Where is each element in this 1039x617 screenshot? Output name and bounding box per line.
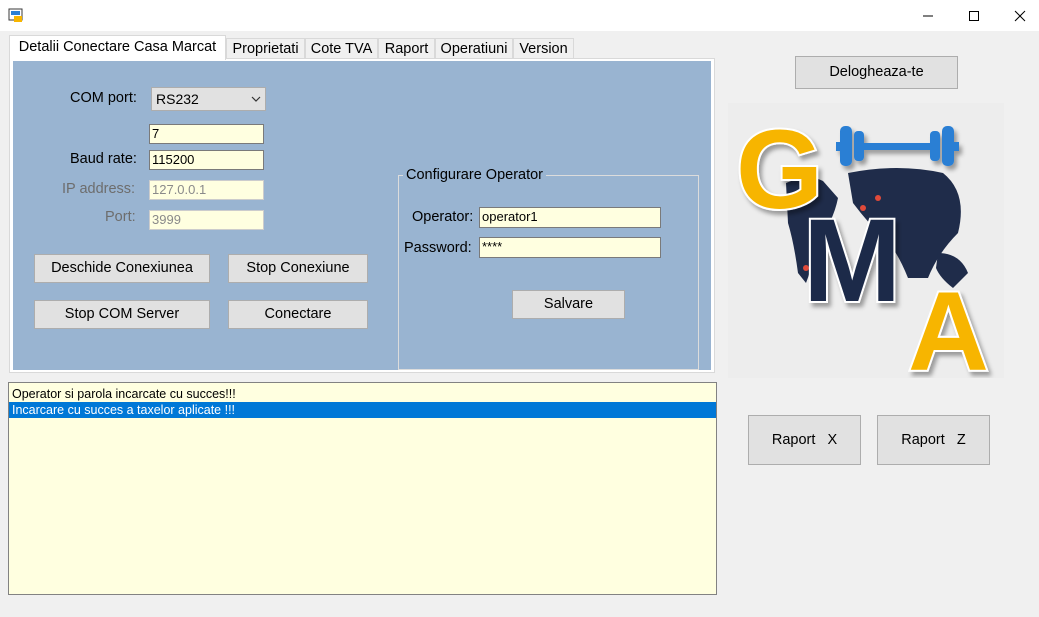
operator-label: Operator: [412, 209, 474, 225]
ip-address-label: IP address: [62, 181, 136, 197]
baud-rate-label: Baud rate: [70, 151, 137, 167]
gma-logo: G M A [728, 103, 1004, 396]
tab-version[interactable]: Version [513, 38, 574, 59]
connect-button[interactable]: Conectare [228, 300, 368, 329]
operator-config-title: Configurare Operator [403, 167, 547, 183]
baud-rate-field[interactable]: 115200 [149, 150, 264, 170]
title-bar [0, 0, 1039, 31]
maximize-icon [969, 10, 979, 21]
minimize-button[interactable] [905, 0, 951, 31]
logo-letter-m: M [803, 195, 901, 327]
port-label: Port: [105, 209, 136, 225]
com-port-value: RS232 [156, 91, 199, 107]
tab-connection-details[interactable]: Detalii Conectare Casa Marcat [9, 35, 226, 60]
report-z-button[interactable]: Raport Z [877, 415, 990, 465]
gma-logo-graphic: G M A [734, 105, 991, 396]
connection-panel: COM port: RS232 7 Baud rate: 115200 IP a… [13, 61, 711, 370]
close-icon [1014, 10, 1026, 21]
password-label: Password: [404, 240, 472, 256]
save-button[interactable]: Salvare [512, 290, 625, 319]
report-x-button[interactable]: Raport X [748, 415, 861, 465]
tab-report[interactable]: Raport [378, 38, 435, 59]
log-item-selected[interactable]: Incarcare cu succes a taxelor aplicate !… [9, 402, 716, 418]
minimize-icon [923, 15, 933, 16]
tab-properties[interactable]: Proprietati [226, 38, 305, 59]
com-port-select[interactable]: RS232 [151, 87, 266, 111]
extra-field[interactable]: 7 [149, 124, 264, 144]
stop-com-server-button[interactable]: Stop COM Server [34, 300, 210, 329]
logout-button[interactable]: Delogheaza-te [795, 56, 958, 89]
password-field[interactable]: **** [479, 237, 661, 258]
tab-operations[interactable]: Operatiuni [435, 38, 513, 59]
logo-letter-a: A [908, 269, 989, 378]
app-icon [8, 8, 23, 22]
tab-vat-rates[interactable]: Cote TVA [305, 38, 378, 59]
maximize-button[interactable] [951, 0, 997, 31]
chevron-down-icon [251, 88, 261, 116]
com-port-label: COM port: [70, 90, 137, 106]
operator-config-group [398, 175, 699, 370]
tab-panel: COM port: RS232 7 Baud rate: 115200 IP a… [9, 58, 715, 373]
ip-address-field: 127.0.0.1 [149, 180, 264, 200]
port-field: 3999 [149, 210, 264, 230]
log-list[interactable]: Operator si parola incarcate cu succes!!… [8, 382, 717, 595]
close-button[interactable] [997, 0, 1039, 31]
log-item[interactable]: Operator si parola incarcate cu succes!!… [9, 386, 716, 402]
operator-field[interactable]: operator1 [479, 207, 661, 228]
open-connection-button[interactable]: Deschide Conexiunea [34, 254, 210, 283]
stop-connection-button[interactable]: Stop Conexiune [228, 254, 368, 283]
